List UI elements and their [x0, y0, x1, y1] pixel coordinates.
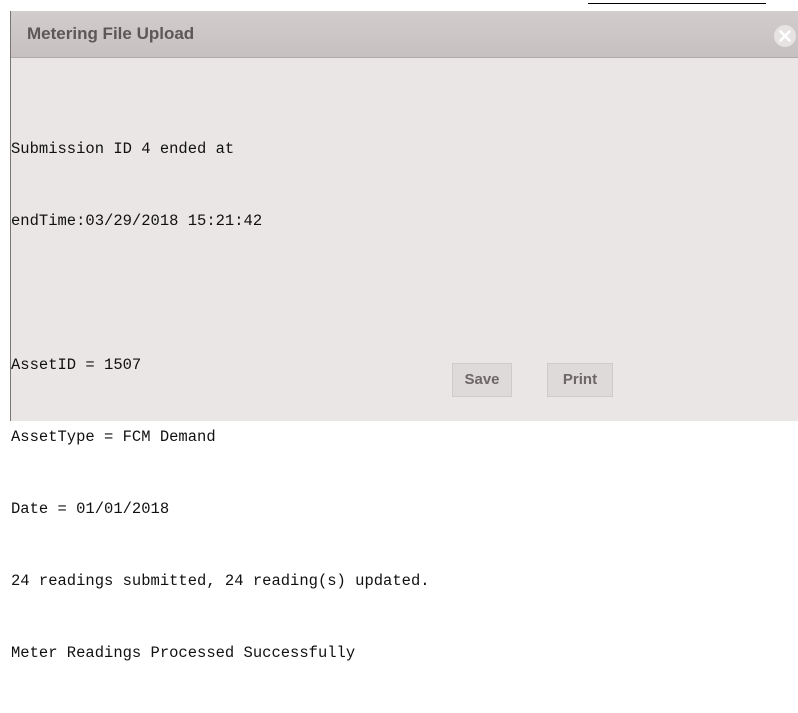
close-icon: [774, 25, 796, 47]
close-button[interactable]: [772, 24, 798, 48]
result-line-submission: Submission ID 4 ended at: [11, 140, 235, 158]
background-text: [588, 0, 766, 4]
background-page: [0, 0, 798, 9]
result-blank-line: [11, 281, 430, 305]
result-line-assetid: AssetID = 1507: [11, 356, 142, 374]
result-line-readings: 24 readings submitted, 24 reading(s) upd…: [11, 572, 430, 590]
save-button[interactable]: Save: [452, 363, 512, 397]
result-line-date: Date = 01/01/2018: [11, 500, 170, 518]
dialog-title: Metering File Upload: [27, 24, 195, 43]
background-link[interactable]: [14, 0, 308, 9]
result-line-assettype: AssetType = FCM Demand: [11, 428, 216, 446]
background-link[interactable]: [418, 0, 542, 9]
result-line-status: Meter Readings Processed Successfully: [11, 644, 356, 662]
dialog-titlebar: Metering File Upload: [11, 11, 798, 58]
upload-result-text: Submission ID 4 ended at endTime:03/29/2…: [11, 89, 430, 713]
metering-file-upload-dialog: Metering File Upload Submission ID 4 end…: [10, 11, 798, 662]
print-button[interactable]: Print: [547, 363, 613, 397]
result-line-endtime: endTime:03/29/2018 15:21:42: [11, 212, 263, 230]
